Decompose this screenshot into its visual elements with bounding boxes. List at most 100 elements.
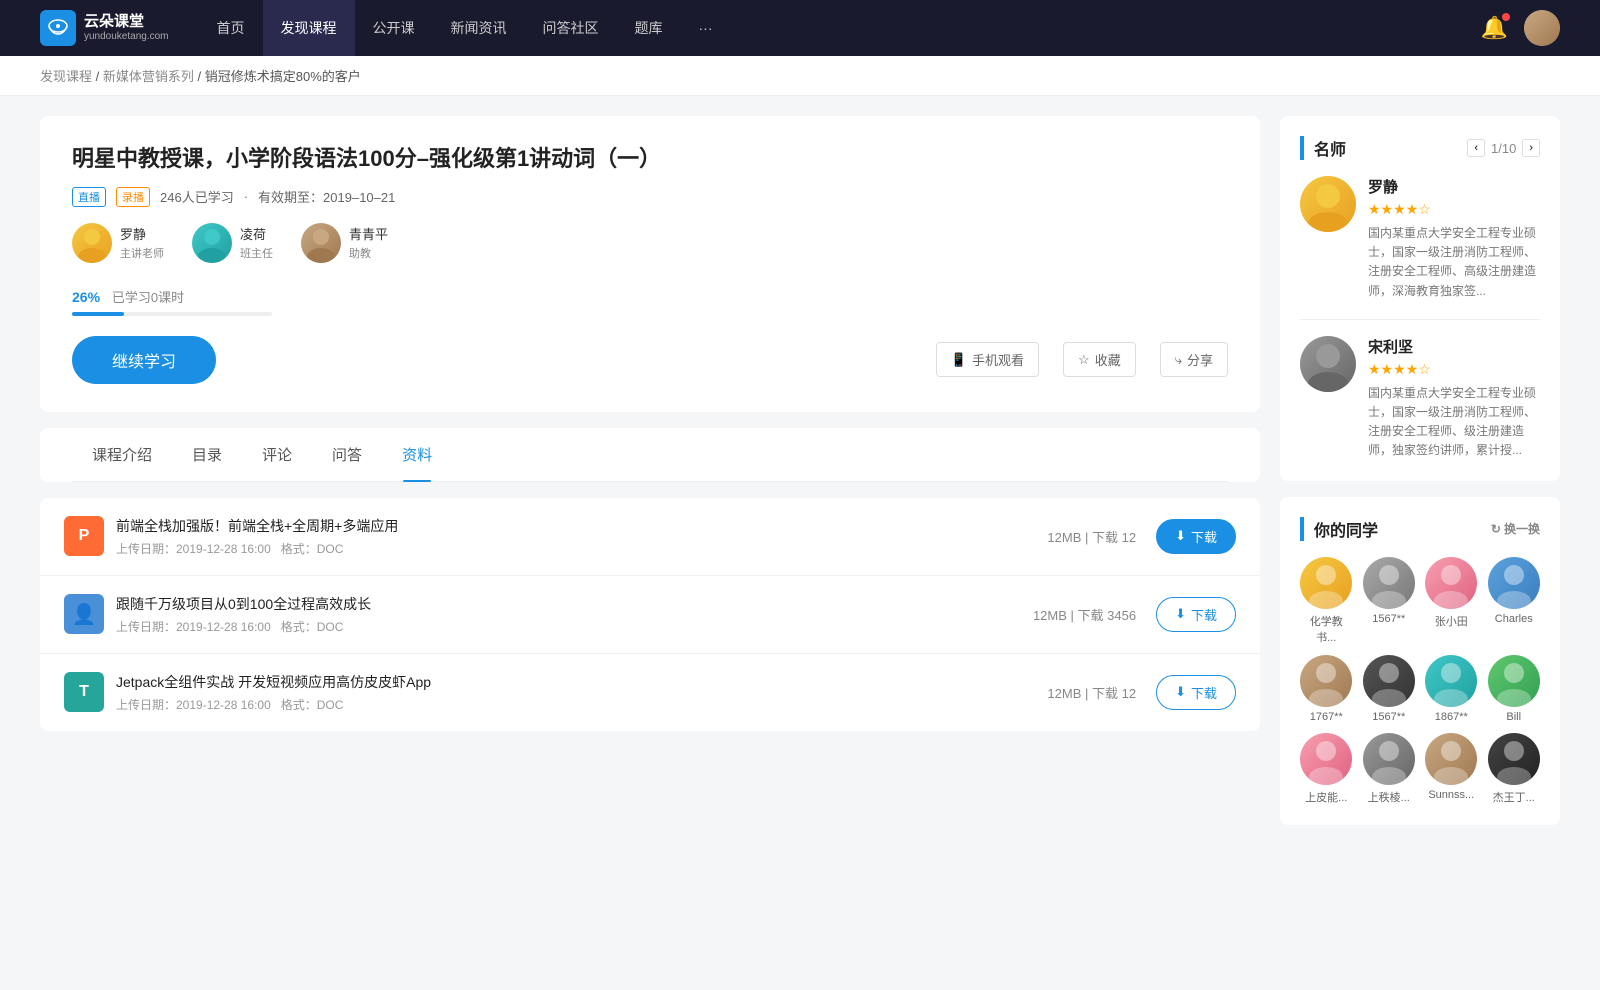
teacher-3: 青青平 助教 xyxy=(301,223,388,263)
resource-info-3: Jetpack全组件实战 开发短视频应用高仿皮皮虾App 上传日期：2019-1… xyxy=(116,672,1047,713)
classmate-10[interactable]: Sunnss... xyxy=(1425,733,1478,805)
classmate-7[interactable]: Bill xyxy=(1488,655,1541,723)
nav-item-qa[interactable]: 问答社区 xyxy=(525,0,617,56)
teacher-sidebar-title: 名师 ‹ 1/10 › xyxy=(1300,136,1540,160)
teacher-1-avatar xyxy=(72,223,112,263)
tab-resources[interactable]: 资料 xyxy=(382,428,452,481)
download-button-2[interactable]: ⬇ 下载 xyxy=(1156,597,1236,632)
classmate-avatar-6 xyxy=(1425,655,1477,707)
tabs-card: 课程介绍 目录 评论 问答 资料 xyxy=(40,428,1260,482)
tab-qa[interactable]: 问答 xyxy=(312,428,382,481)
valid-date: 有效期至：2019–10–21 xyxy=(258,187,395,206)
course-header-card: 明星中教授课，小学阶段语法100分–强化级第1讲动词（一） 直播 录播 246人… xyxy=(40,116,1260,412)
sidebar-teacher-1-name: 罗静 xyxy=(1368,176,1540,197)
resource-meta-3: 上传日期：2019-12-28 16:00 格式：DOC xyxy=(116,696,1047,713)
classmate-11[interactable]: 杰王丁... xyxy=(1488,733,1541,805)
resource-name-2: 跟随千万级项目从0到100全过程高效成长 xyxy=(116,594,1033,614)
content-area: 明星中教授课，小学阶段语法100分–强化级第1讲动词（一） 直播 录播 246人… xyxy=(40,116,1260,841)
nav-item-open[interactable]: 公开课 xyxy=(355,0,433,56)
sidebar: 名师 ‹ 1/10 › 罗静 ★★★★☆ 国内某重点大学安全工程专业硕士，国家一… xyxy=(1280,116,1560,841)
teacher-prev-button[interactable]: ‹ xyxy=(1467,139,1485,157)
classmate-name-4: 1767** xyxy=(1300,711,1353,723)
user-avatar[interactable] xyxy=(1524,10,1560,46)
teacher-2-info: 凌荷 班主任 xyxy=(240,224,273,261)
classmate-avatar-1 xyxy=(1363,557,1415,609)
logo-icon xyxy=(40,10,76,46)
breadcrumb-current: 销冠修炼术搞定80%的客户 xyxy=(205,69,361,84)
notification-dot xyxy=(1502,13,1510,21)
download-icon-2: ⬇ xyxy=(1175,606,1186,622)
classmate-avatar-5 xyxy=(1363,655,1415,707)
classmate-5[interactable]: 1567** xyxy=(1363,655,1416,723)
refresh-classmates-button[interactable]: ↻ 换一换 xyxy=(1491,520,1540,537)
sidebar-teacher-1-stars: ★★★★☆ xyxy=(1368,201,1540,218)
nav-item-news[interactable]: 新闻资讯 xyxy=(433,0,525,56)
classmate-name-3: Charles xyxy=(1488,613,1541,625)
classmate-avatar-11 xyxy=(1488,733,1540,785)
sidebar-teacher-2-desc: 国内某重点大学安全工程专业硕士，国家一级注册消防工程师、注册安全工程师、级注册建… xyxy=(1368,384,1540,461)
classmate-name-8: 上皮能... xyxy=(1300,789,1353,805)
continue-learning-button[interactable]: 继续学习 xyxy=(72,336,216,384)
classmate-name-2: 张小田 xyxy=(1425,613,1478,629)
nav-item-discover[interactable]: 发现课程 xyxy=(263,0,355,56)
sidebar-teacher-2: 宋利坚 ★★★★☆ 国内某重点大学安全工程专业硕士，国家一级注册消防工程师、注册… xyxy=(1300,336,1540,461)
teacher-2-role: 班主任 xyxy=(240,245,273,261)
course-title: 明星中教授课，小学阶段语法100分–强化级第1讲动词（一） xyxy=(72,144,1228,175)
tab-intro[interactable]: 课程介绍 xyxy=(72,428,172,481)
logo[interactable]: 云朵课堂 yundouketang.com xyxy=(40,10,169,46)
nav-item-home[interactable]: 首页 xyxy=(199,0,263,56)
download-icon-1: ⬇ xyxy=(1175,528,1186,544)
download-button-1[interactable]: ⬇ 下载 xyxy=(1156,519,1236,554)
tab-comments[interactable]: 评论 xyxy=(242,428,312,481)
nav-items: 首页 发现课程 公开课 新闻资讯 问答社区 题库 ··· xyxy=(199,0,1481,56)
classmate-1[interactable]: 1567** xyxy=(1363,557,1416,645)
tab-catalog[interactable]: 目录 xyxy=(172,428,242,481)
sidebar-teacher-1: 罗静 ★★★★☆ 国内某重点大学安全工程专业硕士，国家一级注册消防工程师、注册安… xyxy=(1300,176,1540,301)
sidebar-teacher-1-avatar[interactable] xyxy=(1300,176,1356,232)
classmate-avatar-8 xyxy=(1300,733,1352,785)
classmate-6[interactable]: 1867** xyxy=(1425,655,1478,723)
resource-info-2: 跟随千万级项目从0到100全过程高效成长 上传日期：2019-12-28 16:… xyxy=(116,594,1033,635)
sidebar-teacher-2-avatar[interactable] xyxy=(1300,336,1356,392)
classmate-name-10: Sunnss... xyxy=(1425,789,1478,801)
progress-section: 26% 已学习0课时 xyxy=(72,287,1228,316)
classmate-8[interactable]: 上皮能... xyxy=(1300,733,1353,805)
nav-item-more[interactable]: ··· xyxy=(681,0,731,56)
student-count: 246人已学习 xyxy=(160,187,234,206)
download-button-3[interactable]: ⬇ 下载 xyxy=(1156,675,1236,710)
classmate-0[interactable]: 化学教书... xyxy=(1300,557,1353,645)
resource-item-2: 👤 跟随千万级项目从0到100全过程高效成长 上传日期：2019-12-28 1… xyxy=(40,576,1260,654)
classmate-name-0: 化学教书... xyxy=(1300,613,1353,645)
breadcrumb-series[interactable]: 新媒体营销系列 xyxy=(103,69,194,84)
teacher-next-button[interactable]: › xyxy=(1522,139,1540,157)
classmate-4[interactable]: 1767** xyxy=(1300,655,1353,723)
teacher-1-info: 罗静 主讲老师 xyxy=(120,224,164,261)
sidebar-teacher-2-info: 宋利坚 ★★★★☆ 国内某重点大学安全工程专业硕士，国家一级注册消防工程师、注册… xyxy=(1368,336,1540,461)
sidebar-teacher-1-desc: 国内某重点大学安全工程专业硕士，国家一级注册消防工程师、注册安全工程师、高级注册… xyxy=(1368,224,1540,301)
course-actions: 继续学习 📱 手机观看 ☆ 收藏 ⤷ 分享 xyxy=(72,336,1228,384)
classmates-grid: 化学教书... 1567** 张小田 Charles xyxy=(1300,557,1540,805)
teacher-3-name: 青青平 xyxy=(349,224,388,243)
resource-item-1: P 前端全栈加强版！前端全栈+全周期+多端应用 上传日期：2019-12-28 … xyxy=(40,498,1260,576)
classmate-3[interactable]: Charles xyxy=(1488,557,1541,645)
collect-button[interactable]: ☆ 收藏 xyxy=(1063,342,1136,377)
teacher-1-name: 罗静 xyxy=(120,224,164,243)
mobile-watch-button[interactable]: 📱 手机观看 xyxy=(936,342,1039,377)
tabs-row: 课程介绍 目录 评论 问答 资料 xyxy=(72,428,1228,482)
resource-icon-2: 👤 xyxy=(64,594,104,634)
classmate-name-5: 1567** xyxy=(1363,711,1416,723)
main-layout: 明星中教授课，小学阶段语法100分–强化级第1讲动词（一） 直播 录播 246人… xyxy=(0,96,1600,861)
classmate-2[interactable]: 张小田 xyxy=(1425,557,1478,645)
classmate-9[interactable]: 上秩棱... xyxy=(1363,733,1416,805)
nav-item-quiz[interactable]: 题库 xyxy=(617,0,681,56)
resource-icon-3: T xyxy=(64,672,104,712)
breadcrumb-discover[interactable]: 发现课程 xyxy=(40,69,92,84)
teacher-1-role: 主讲老师 xyxy=(120,245,164,261)
teacher-pagination: ‹ 1/10 › xyxy=(1467,139,1540,157)
resource-icon-1: P xyxy=(64,516,104,556)
course-meta: 直播 录播 246人已学习 · 有效期至：2019–10–21 xyxy=(72,187,1228,207)
share-button[interactable]: ⤷ 分享 xyxy=(1160,342,1228,377)
notification-bell[interactable]: 🔔 xyxy=(1481,15,1508,41)
classmate-avatar-0 xyxy=(1300,557,1352,609)
badge-record: 录播 xyxy=(116,187,150,207)
